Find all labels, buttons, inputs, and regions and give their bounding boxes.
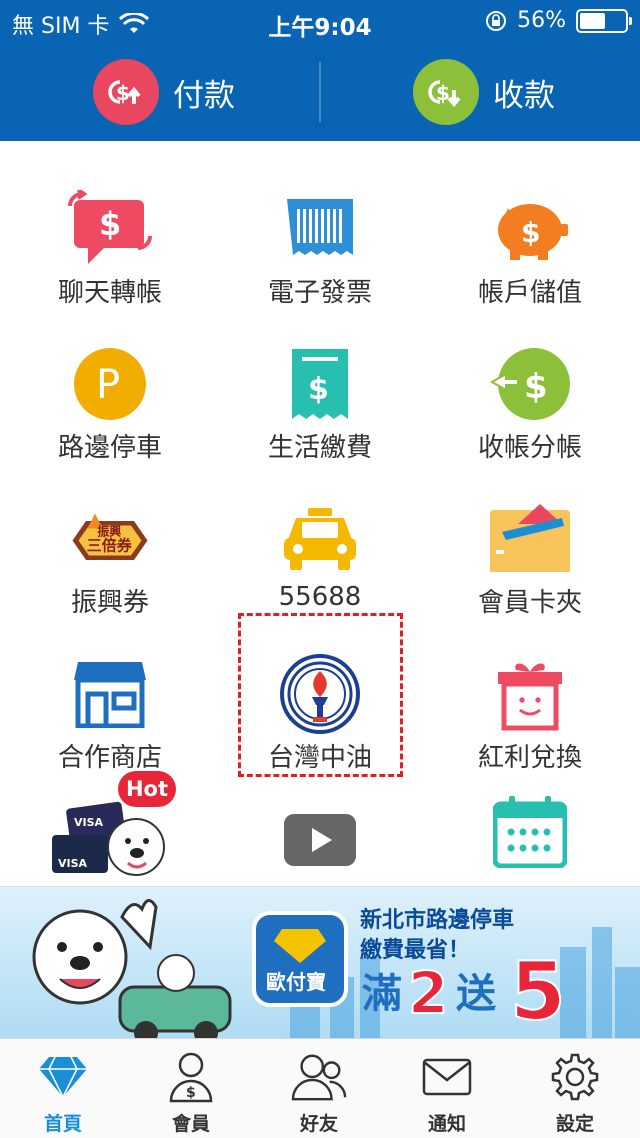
tab-home[interactable]: 首頁	[8, 1049, 118, 1137]
card-wallet-icon	[485, 494, 575, 584]
gift-icon	[485, 649, 575, 739]
e-invoice-label: 電子發票	[267, 278, 372, 308]
tab-settings[interactable]: 設定	[520, 1049, 630, 1137]
receive-icon: $	[413, 59, 479, 125]
diamond-icon	[35, 1049, 91, 1105]
account-topup-item[interactable]: $ 帳戶儲值	[445, 156, 615, 308]
bonus-redeem-label: 紅利兌換	[477, 743, 582, 773]
split-bill-item[interactable]: $ 收帳分帳	[445, 311, 615, 463]
tab-settings-label: 設定	[555, 1113, 594, 1135]
hot-badge: Hot	[118, 771, 176, 807]
tab-friends-label: 好友	[299, 1113, 338, 1135]
store-icon	[65, 649, 155, 739]
pay-label: 付款	[173, 77, 235, 114]
tab-notifications[interactable]: 通知	[392, 1049, 502, 1137]
top-bar: 無 SIM 卡 上午9:04 56% $ 付款 $ 收款	[0, 0, 640, 141]
taxi-55688-item[interactable]: 55688	[235, 466, 405, 616]
bill-payment-label: 生活繳費	[267, 433, 372, 463]
calendar-item[interactable]	[445, 771, 615, 887]
partner-stores-label: 合作商店	[57, 743, 162, 773]
svg-text:$: $	[308, 372, 329, 407]
battery-percent: 56%	[517, 8, 566, 33]
voucher-item[interactable]: 振興 三倍券 振興券	[25, 466, 195, 618]
svg-text:$: $	[524, 367, 548, 407]
street-parking-label: 路邊停車	[57, 433, 162, 463]
friends-icon	[291, 1049, 347, 1105]
split-bill-label: 收帳分帳	[477, 433, 582, 463]
receive-button[interactable]: $ 收款	[413, 58, 555, 126]
street-parking-item[interactable]: P 路邊停車	[25, 311, 195, 463]
partner-stores-item[interactable]: 合作商店	[25, 621, 195, 773]
gear-icon	[547, 1049, 603, 1105]
battery-icon	[576, 8, 632, 33]
envelope-icon	[419, 1049, 475, 1105]
status-bar: 無 SIM 卡 上午9:04 56%	[0, 0, 640, 44]
receive-label: 收款	[493, 77, 555, 114]
svg-text:滿: 滿	[362, 971, 402, 1017]
chat-transfer-label: 聊天轉帳	[57, 278, 162, 308]
credit-card-promo-item[interactable]: VISA VISA Hot	[25, 771, 195, 887]
svg-text:VISA: VISA	[74, 816, 104, 829]
svg-text:新北市路邊停車: 新北市路邊停車	[360, 907, 514, 933]
svg-text:5: 5	[510, 945, 566, 1038]
pay-icon: $	[93, 59, 159, 125]
rotation-lock-icon	[486, 10, 507, 31]
piggy-bank-icon: $	[485, 184, 575, 274]
paybar-divider	[319, 62, 321, 122]
taxi-55688-label: 55688	[278, 582, 362, 612]
svg-text:VISA: VISA	[58, 857, 88, 870]
member-card-wallet-label: 會員卡夾	[477, 588, 582, 618]
tab-friends[interactable]: 好友	[264, 1049, 374, 1137]
tab-member-label: 會員	[171, 1113, 210, 1135]
play-video-icon	[275, 795, 365, 885]
barcode-receipt-icon	[275, 184, 365, 274]
video-item[interactable]	[235, 771, 405, 887]
svg-text:$: $	[116, 81, 130, 105]
chat-transfer-icon: $	[65, 184, 155, 274]
tab-notifications-label: 通知	[427, 1113, 466, 1135]
chat-transfer-item[interactable]: $ 聊天轉帳	[25, 156, 195, 308]
tab-home-label: 首頁	[43, 1113, 82, 1135]
svg-text:歐付寶: 歐付寶	[266, 970, 326, 994]
split-bill-icon: $	[485, 339, 575, 429]
calendar-icon	[485, 787, 575, 877]
svg-text:P: P	[96, 362, 120, 408]
e-invoice-item[interactable]: 電子發票	[235, 156, 405, 308]
bonus-redeem-item[interactable]: 紅利兌換	[445, 621, 615, 773]
svg-text:$: $	[99, 205, 121, 243]
taxi-icon	[275, 494, 365, 584]
member-icon: $	[163, 1049, 219, 1105]
svg-text:$: $	[521, 216, 540, 249]
svg-text:$: $	[436, 81, 450, 105]
svg-text:送: 送	[456, 971, 496, 1017]
triple-voucher-icon: 振興 三倍券	[65, 494, 155, 584]
payment-bar: $ 付款 $ 收款	[0, 50, 640, 134]
promo-banner[interactable]: 歐付寶 新北市路邊停車 繳費最省！ 滿 2 送 5	[0, 886, 640, 1038]
svg-text:$: $	[186, 1085, 196, 1101]
svg-text:2: 2	[408, 959, 448, 1027]
member-card-wallet-item[interactable]: 會員卡夾	[445, 466, 615, 618]
svg-text:三倍券: 三倍券	[87, 536, 133, 554]
selection-highlight	[238, 613, 403, 777]
bill-icon: $	[275, 339, 365, 429]
bill-payment-item[interactable]: $ 生活繳費	[235, 311, 405, 463]
pay-button[interactable]: $ 付款	[93, 58, 235, 126]
banner-art: 歐付寶 新北市路邊停車 繳費最省！ 滿 2 送 5	[0, 887, 640, 1038]
parking-icon: P	[65, 339, 155, 429]
voucher-label: 振興券	[70, 588, 149, 618]
account-topup-label: 帳戶儲值	[477, 278, 582, 308]
tab-member[interactable]: $ 會員	[136, 1049, 246, 1137]
bottom-tab-bar: 首頁 $ 會員 好友 通知 設定	[0, 1038, 640, 1138]
